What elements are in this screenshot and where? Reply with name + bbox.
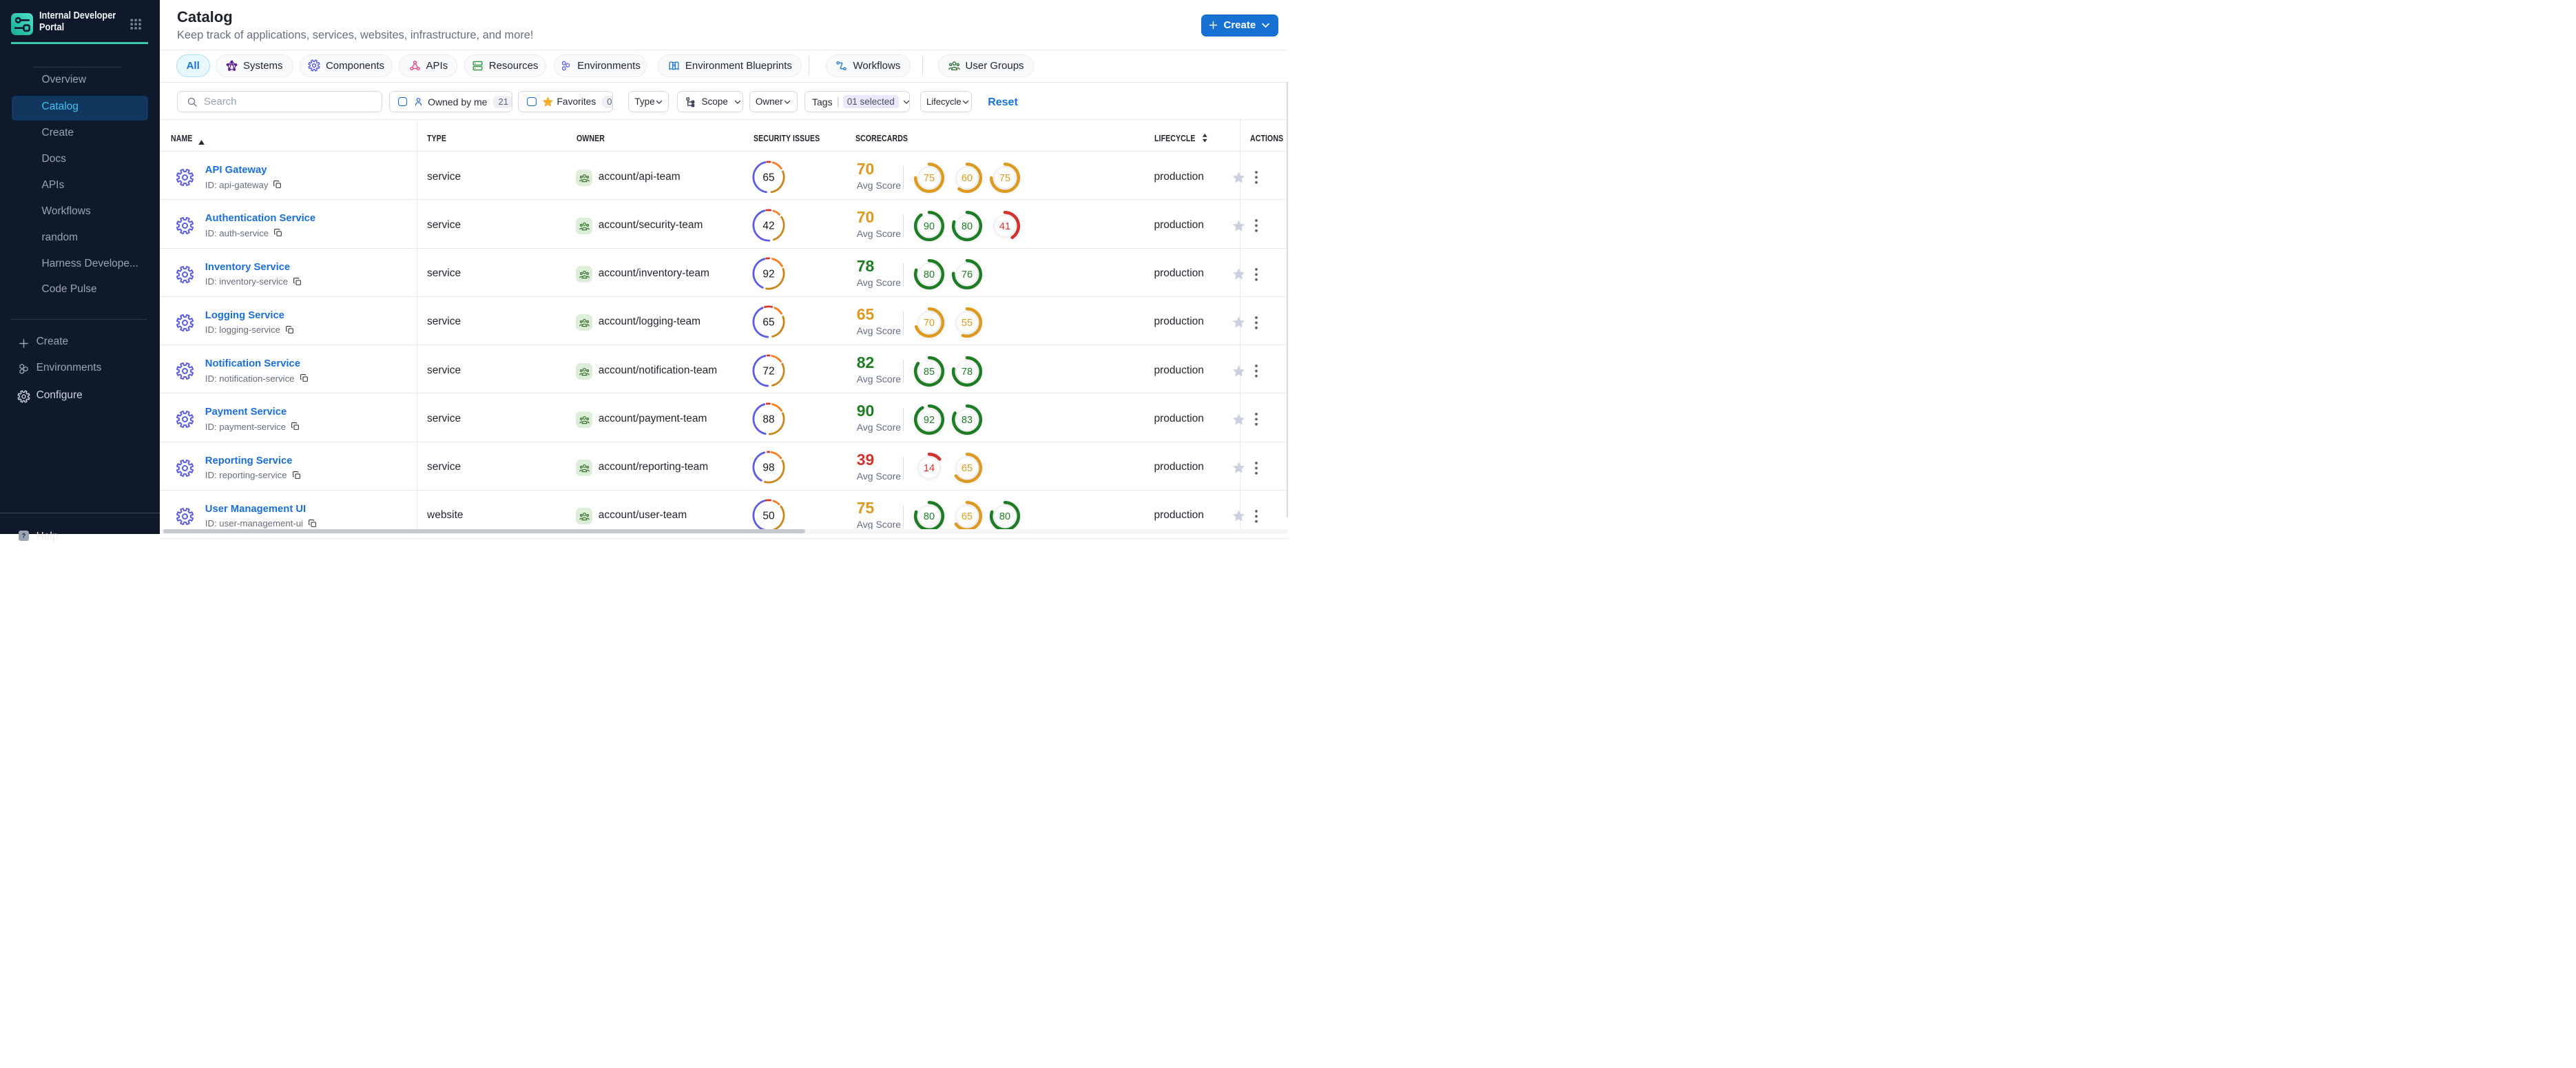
svg-text:65: 65 (962, 463, 973, 474)
svg-text:42: 42 (763, 220, 775, 232)
svg-text:?: ? (22, 532, 25, 539)
svg-text:75: 75 (999, 173, 1010, 184)
svg-text:14: 14 (924, 463, 935, 474)
svg-text:75: 75 (924, 173, 935, 184)
svg-text:65: 65 (962, 511, 973, 522)
svg-text:80: 80 (962, 221, 973, 232)
svg-text:65: 65 (763, 172, 775, 183)
svg-text:76: 76 (962, 269, 973, 280)
svg-text:72: 72 (763, 365, 775, 377)
svg-text:70: 70 (924, 318, 935, 329)
svg-text:92: 92 (763, 269, 775, 280)
svg-text:50: 50 (763, 511, 776, 522)
svg-text:41: 41 (999, 221, 1010, 232)
svg-text:83: 83 (962, 415, 973, 426)
svg-text:92: 92 (924, 415, 935, 426)
svg-text:80: 80 (924, 269, 935, 280)
svg-text:60: 60 (962, 173, 973, 184)
svg-text:88: 88 (763, 413, 775, 425)
svg-text:90: 90 (924, 221, 935, 232)
svg-text:85: 85 (924, 367, 935, 378)
svg-text:80: 80 (924, 511, 935, 522)
svg-text:80: 80 (999, 511, 1010, 522)
svg-text:98: 98 (763, 462, 775, 474)
svg-text:A: A (672, 63, 676, 68)
svg-text:55: 55 (962, 318, 973, 329)
svg-text:78: 78 (962, 367, 973, 378)
svg-text:65: 65 (763, 317, 775, 329)
